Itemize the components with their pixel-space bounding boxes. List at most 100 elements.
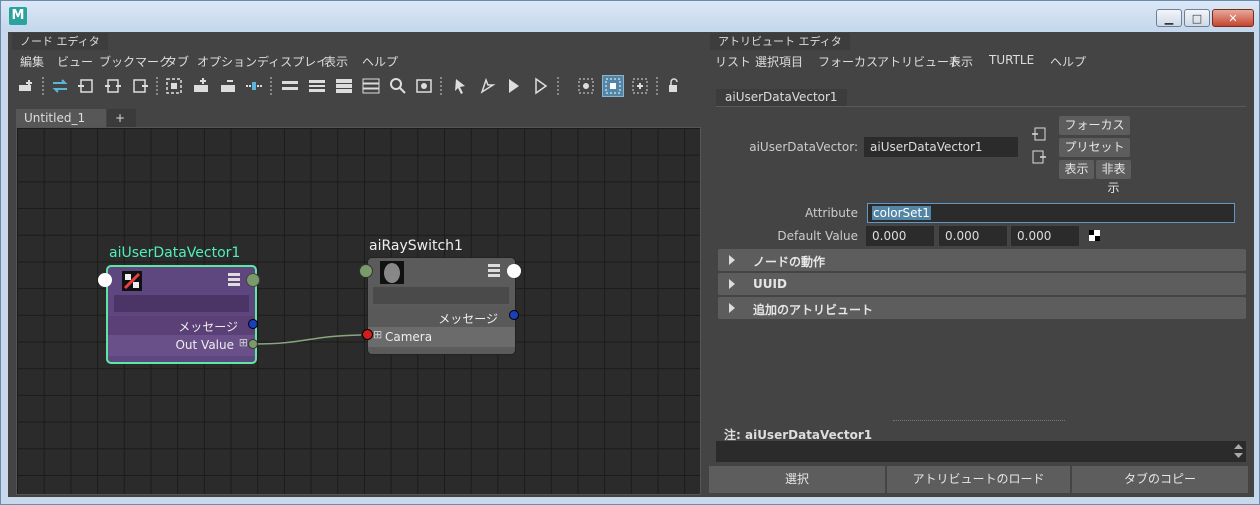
- node-editor-panel-tab[interactable]: ノード エディタ: [12, 33, 108, 50]
- grid-snap-icon[interactable]: [630, 76, 650, 96]
- maximize-button[interactable]: □: [1184, 9, 1210, 27]
- menu-show[interactable]: 表示: [949, 53, 973, 70]
- map-button-icon[interactable]: [1089, 230, 1100, 241]
- client-area: ノード エディタ 編集 ビュー ブックマーク タブ オプション ディスプレイ 表…: [8, 32, 1254, 497]
- node-editor-toolbar: [8, 73, 702, 99]
- section-uuid[interactable]: UUID: [718, 273, 1246, 295]
- search-icon[interactable]: [388, 76, 408, 96]
- node2-input-port[interactable]: [359, 264, 373, 278]
- menu-list[interactable]: リスト: [715, 53, 751, 70]
- shape-display-icon[interactable]: [576, 76, 596, 96]
- node2-output-port[interactable]: [507, 264, 521, 278]
- output-connections-icon[interactable]: [130, 76, 150, 96]
- expand-port-icon[interactable]: ⊞: [239, 336, 248, 349]
- snapshot-icon[interactable]: [414, 76, 434, 96]
- attribute-field-selected-text: colorSet1: [872, 206, 931, 220]
- connected-mode-icon[interactable]: [307, 76, 327, 96]
- node1-output-port[interactable]: [246, 273, 260, 287]
- focus-button[interactable]: フォーカス: [1059, 116, 1130, 135]
- node-menu-icon[interactable]: [228, 272, 240, 286]
- graph-add-icon[interactable]: [191, 76, 211, 96]
- node1-message-port[interactable]: [248, 319, 258, 329]
- node-aiuserdatavector1[interactable]: メッセージ Out Value ⊞: [106, 265, 257, 364]
- simple-mode-icon[interactable]: [280, 76, 300, 96]
- add-tab-button[interactable]: +: [107, 109, 136, 127]
- full-mode-icon[interactable]: [334, 76, 354, 96]
- menu-help[interactable]: ヘルプ: [362, 53, 398, 70]
- attribute-editor-panel-tab[interactable]: アトリビュート エディタ: [710, 33, 850, 50]
- expand-port-icon[interactable]: ⊞: [373, 328, 382, 341]
- node-graph-canvas[interactable]: aiUserDataVector1 メッセージ Out Value ⊞ aiRa…: [16, 127, 701, 495]
- menu-view[interactable]: ビュー: [57, 53, 93, 70]
- add-node-icon[interactable]: [16, 76, 36, 96]
- default-value-z-field[interactable]: 0.000: [1011, 226, 1079, 246]
- node-name-field[interactable]: aiUserDataVector1: [864, 137, 1018, 157]
- node-airayswitch1[interactable]: メッセージ ⊞ Camera: [367, 257, 516, 355]
- lock-icon[interactable]: [664, 76, 684, 96]
- copy-tab-button[interactable]: タブのコピー: [1072, 466, 1248, 493]
- layout-icon[interactable]: [244, 76, 264, 96]
- input-node-icon[interactable]: [1031, 126, 1047, 142]
- port-row-message: メッセージ: [108, 316, 255, 335]
- menu-focus[interactable]: フォーカス: [818, 53, 878, 70]
- menu-turtle[interactable]: TURTLE: [989, 53, 1034, 67]
- vector-node-icon: [122, 271, 142, 291]
- node-title-airayswitch1: aiRaySwitch1: [369, 238, 463, 254]
- attribute-editor-panel: アトリビュート エディタ リスト 選択項目 フォーカス アトリビュート 表示 T…: [708, 32, 1254, 497]
- node2-message-port[interactable]: [509, 310, 519, 320]
- pin-toggle-icon[interactable]: [531, 76, 551, 96]
- node-menu-icon[interactable]: [488, 263, 500, 277]
- node1-input-port[interactable]: [98, 273, 112, 287]
- load-attributes-button[interactable]: アトリビュートのロード: [887, 466, 1070, 493]
- title-bar: M ▁ □ ✕: [1, 1, 1259, 31]
- notes-splitter[interactable]: [893, 420, 1065, 422]
- tab-aiuserdatavector1[interactable]: aiUserDataVector1: [716, 89, 847, 106]
- notes-spinner-icon[interactable]: [1234, 443, 1243, 459]
- attribute-field[interactable]: colorSet1: [867, 203, 1235, 223]
- menu-selected[interactable]: 選択項目: [755, 53, 803, 70]
- menu-bookmarks[interactable]: ブックマーク: [99, 53, 171, 70]
- output-node-icon[interactable]: [1031, 149, 1047, 165]
- pin-all-icon[interactable]: [477, 76, 497, 96]
- node1-out-value-port[interactable]: [248, 339, 258, 349]
- menu-edit[interactable]: 編集: [20, 53, 44, 70]
- default-value-y-field[interactable]: 0.000: [939, 226, 1007, 246]
- section-extra-attributes[interactable]: 追加のアトリビュート: [718, 297, 1246, 319]
- port-row-out-value: Out Value ⊞: [108, 335, 255, 356]
- input-output-connections-icon[interactable]: [103, 76, 123, 96]
- node2-camera-port[interactable]: [362, 329, 373, 340]
- node-editor-panel: ノード エディタ 編集 ビュー ブックマーク タブ オプション ディスプレイ 表…: [8, 32, 702, 497]
- port-label-message: メッセージ: [438, 312, 498, 326]
- port-label-out-value: Out Value: [175, 338, 234, 352]
- attribute-filter-icon[interactable]: [602, 75, 624, 97]
- menu-display[interactable]: ディスプレイ: [257, 53, 328, 70]
- hide-button[interactable]: 非表示: [1096, 160, 1131, 195]
- pin-unpin-icon[interactable]: [504, 76, 524, 96]
- ray-switch-node-icon: [380, 261, 404, 284]
- menu-options[interactable]: オプション: [197, 53, 257, 70]
- select-button[interactable]: 選択: [709, 466, 885, 493]
- show-button[interactable]: 表示: [1059, 160, 1094, 179]
- frame-all-icon[interactable]: [164, 76, 184, 96]
- custom-mode-icon[interactable]: [361, 76, 381, 96]
- presets-button[interactable]: プリセット: [1059, 138, 1130, 157]
- section-node-behavior[interactable]: ノードの動作: [718, 249, 1246, 271]
- menu-help[interactable]: ヘルプ: [1050, 53, 1086, 70]
- menu-show[interactable]: 表示: [324, 53, 348, 70]
- menu-tabs[interactable]: タブ: [165, 53, 189, 70]
- graph-remove-icon[interactable]: [218, 76, 238, 96]
- input-connections-icon[interactable]: [76, 76, 96, 96]
- attribute-label: Attribute: [805, 206, 858, 220]
- port-row-camera: ⊞ Camera: [368, 327, 515, 347]
- tab-underline: [716, 106, 1246, 107]
- node-editor-menubar: 編集 ビュー ブックマーク タブ オプション ディスプレイ 表示 ヘルプ: [8, 50, 702, 70]
- tab-untitled-1[interactable]: Untitled_1: [16, 109, 106, 127]
- pin-select-icon[interactable]: [450, 76, 470, 96]
- swap-icon[interactable]: [50, 76, 70, 96]
- default-value-x-field[interactable]: 0.000: [866, 226, 934, 246]
- close-button[interactable]: ✕: [1212, 9, 1254, 27]
- expand-triangle-icon: [729, 279, 735, 289]
- port-label-message: メッセージ: [178, 320, 238, 334]
- notes-field[interactable]: [716, 441, 1246, 462]
- minimize-button[interactable]: ▁: [1156, 9, 1182, 27]
